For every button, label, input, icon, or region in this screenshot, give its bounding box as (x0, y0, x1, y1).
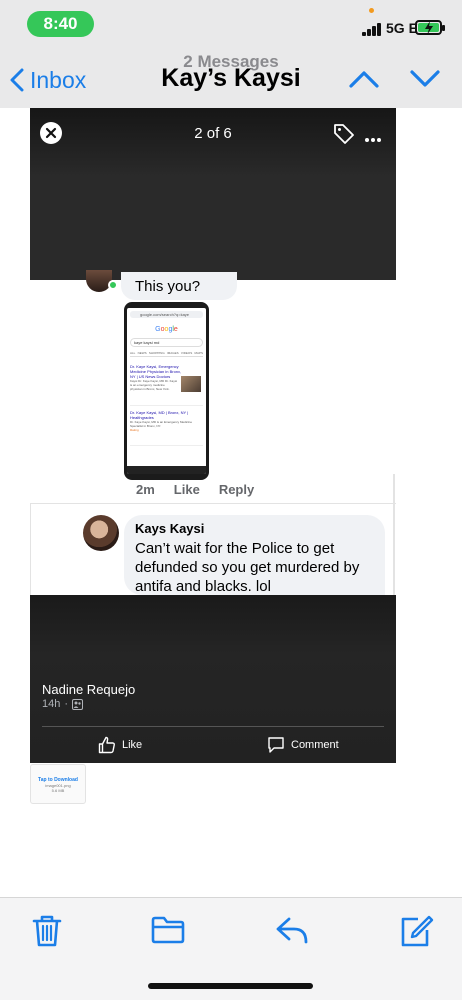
photo-viewer-header: 2 of 6 (30, 108, 396, 280)
comment-label: Comment (291, 739, 339, 751)
tag-icon (334, 124, 354, 144)
screenshot-result: Dr. Kaye Kaysi, Emergency Medicine Physi… (130, 364, 203, 406)
screenshot-tab: IMAGES (166, 351, 179, 355)
network-type: 5G E (386, 20, 418, 36)
comment-bubble: This you? (121, 272, 237, 300)
friends-icon (72, 698, 84, 710)
screenshot-rating: Rating (130, 428, 139, 432)
reply-button[interactable] (274, 914, 310, 951)
comment-screenshot-image[interactable]: google.com/search?q=kaye Google kaye kay… (124, 302, 209, 480)
screenshot-result-text: Dr. Kaye Kaysi, MD is an Emergency Medic… (130, 420, 193, 428)
screenshot-url-bar: google.com/search?q=kaye (130, 311, 203, 318)
reply-text: Can’t wait for the Police to get defunde… (135, 540, 360, 595)
post-meta: 14h · (42, 698, 84, 710)
trash-icon (32, 915, 62, 947)
screenshot-result-title: Dr. Kaye Kaysi, Emergency Medicine Physi… (130, 364, 182, 379)
like-button[interactable]: Like (98, 736, 142, 754)
comment-time: 2m (136, 482, 155, 497)
screenshot-tabs: ALL NEWS SHOPPING IMAGES VIDEOS MAPS (130, 351, 203, 357)
privacy-indicator-dot (369, 8, 374, 13)
avatar[interactable] (83, 515, 119, 551)
folder-icon (151, 916, 185, 944)
attachment-size: 5.6 MB (51, 788, 65, 793)
comment-bubble-icon (268, 737, 284, 753)
reply-author[interactable]: Kays Kaysi (135, 521, 374, 536)
next-message-button[interactable] (409, 68, 441, 95)
comment-like-link[interactable]: Like (174, 482, 200, 497)
screenshot-result-thumbnail (181, 376, 201, 392)
delete-button[interactable] (31, 914, 63, 953)
screenshot-tab: SHOPPING (148, 351, 165, 355)
status-time: 8:40 (27, 11, 94, 37)
cellular-signal-icon (362, 22, 384, 36)
comment-actions: 2m Like Reply (136, 482, 254, 497)
screenshot-result-title: Dr. Kaye Kaysi, MD | Bronx, NY | Healthg… (130, 410, 189, 420)
like-label: Like (122, 739, 143, 751)
tag-button[interactable] (332, 122, 356, 151)
compose-button[interactable] (398, 914, 434, 953)
google-logo: Google (155, 326, 178, 333)
post-time: 14h (42, 698, 61, 710)
reply-icon (276, 917, 308, 944)
battery-charging-icon (415, 20, 445, 35)
chevron-down-icon (410, 70, 440, 87)
online-status-icon (108, 280, 118, 290)
home-indicator (148, 983, 313, 989)
screenshot-tab: VIDEOS (180, 351, 193, 355)
comment-text: This you? (135, 278, 201, 295)
screenshot-tab: ALL (130, 351, 136, 355)
page-title: Kay’s Kaysi (161, 64, 301, 92)
screenshot-result: Dr. Kaye Kaysi, MD | Bronx, NY | Healthg… (130, 410, 203, 446)
screenshot-search-box: kaye kaysi md (130, 338, 203, 347)
chevron-up-icon (349, 71, 379, 88)
email-attachment[interactable]: Tap to Download image001.png 5.6 MB (30, 764, 86, 804)
thumbs-up-icon (98, 736, 115, 754)
divider (42, 726, 384, 727)
comment-reply-link[interactable]: Reply (219, 482, 254, 497)
previous-message-button[interactable] (348, 68, 380, 95)
post-footer: Nadine Requejo 14h · Like Comment (30, 595, 396, 763)
top-bar: 8:40 5G E Inbox 2 Messages Kay’s Kaysi (0, 0, 462, 108)
move-to-folder-button[interactable] (150, 914, 186, 951)
screenshot-nav-bar (127, 466, 206, 474)
screenshot-tab: MAPS (194, 351, 203, 355)
google-search-screenshot: google.com/search?q=kaye Google kaye kay… (127, 308, 206, 474)
more-options-button[interactable] (365, 130, 381, 148)
post-author[interactable]: Nadine Requejo (42, 682, 135, 697)
compose-icon (401, 915, 434, 947)
more-horizontal-icon (365, 138, 381, 142)
screenshot-tab: NEWS (137, 351, 147, 355)
reply-comment-bubble: Kays Kaysi Can’t wait for the Police to … (124, 515, 385, 595)
screenshot-result-text: Kaysi Dr. Kaye Kaysi, MD Dr. Kaysi is an… (130, 379, 178, 391)
comment-button[interactable]: Comment (267, 736, 339, 754)
